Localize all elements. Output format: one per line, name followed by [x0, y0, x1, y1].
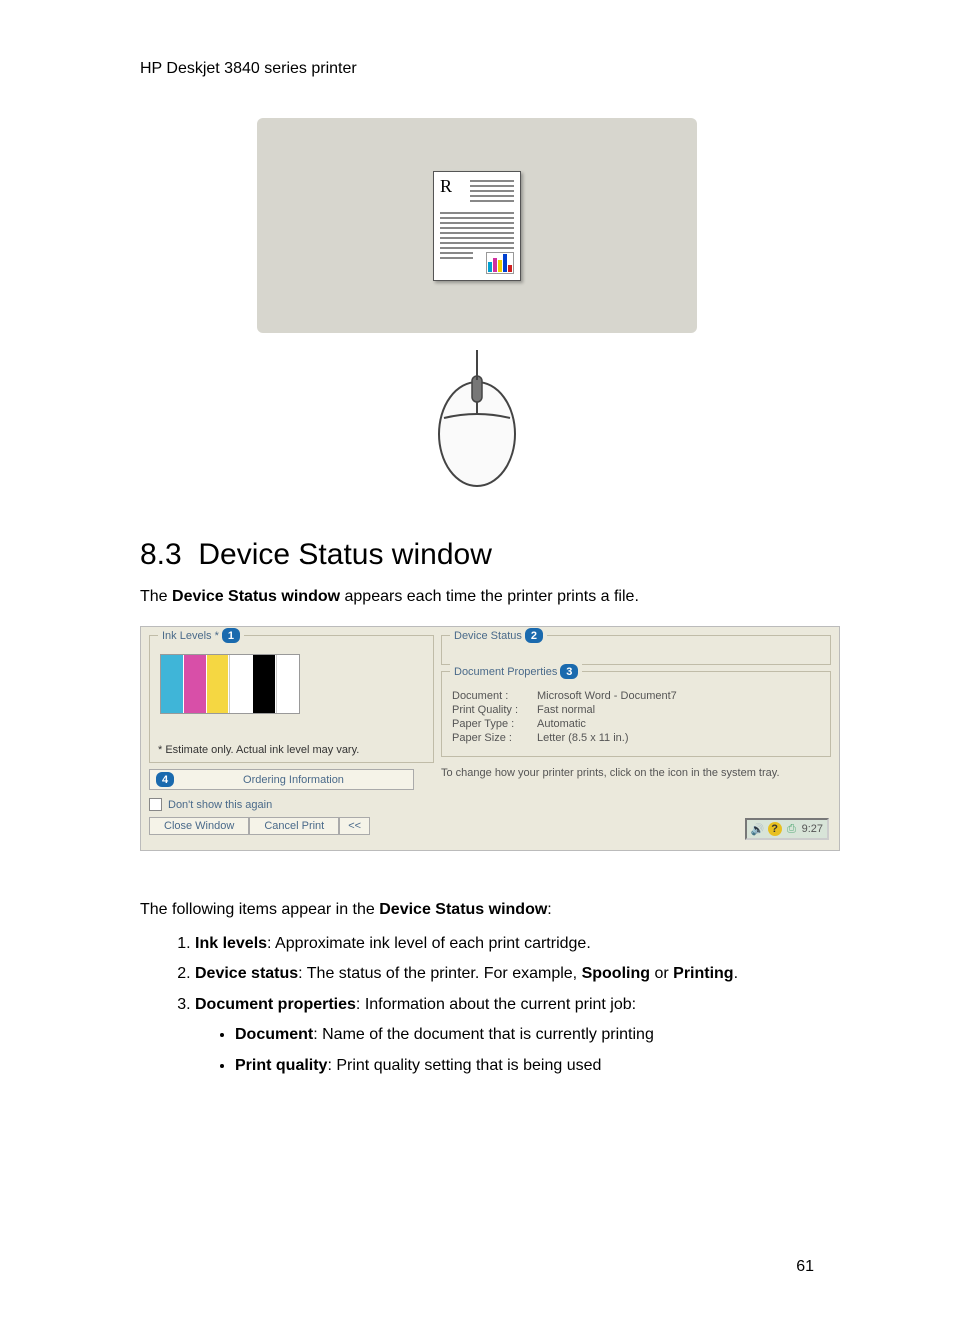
intro-suffix: appears each time the printer prints a f… — [340, 588, 639, 605]
dont-show-label: Don't show this again — [168, 799, 272, 811]
sub1-bold: Document — [235, 1026, 313, 1043]
help-icon[interactable]: ? — [768, 822, 782, 836]
callout-2: 2 — [525, 628, 543, 643]
close-window-button[interactable]: Close Window — [149, 817, 249, 835]
item1-rest: : Approximate ink level of each print ca… — [267, 935, 591, 952]
prop-paper-size-label: Paper Size : — [452, 732, 537, 744]
page-thumbnail: R — [433, 171, 521, 281]
dont-show-checkbox-row[interactable]: Don't show this again — [149, 798, 434, 811]
item1-bold: Ink levels — [195, 935, 267, 952]
callout-1: 1 — [222, 628, 240, 643]
ink-level-bars — [160, 654, 300, 714]
list-item-3: Document properties: Information about t… — [195, 994, 814, 1077]
print-preview-area: R — [257, 118, 697, 333]
prop-document-label: Document : — [452, 690, 537, 702]
page-number: 61 — [796, 1258, 814, 1276]
prop-paper-type-value: Automatic — [537, 718, 586, 730]
intro-paragraph: The Device Status window appears each ti… — [140, 588, 814, 606]
item2-rest-e: . — [734, 965, 738, 982]
change-settings-hint: To change how your printer prints, click… — [441, 767, 831, 779]
item2-bold-b: Spooling — [582, 965, 650, 982]
document-header: HP Deskjet 3840 series printer — [140, 60, 814, 78]
callout-3: 3 — [560, 664, 578, 679]
item3-bold: Document properties — [195, 996, 356, 1013]
cancel-print-button[interactable]: Cancel Print — [249, 817, 339, 835]
document-properties-group: Document Properties 3 Document : Microso… — [441, 671, 831, 757]
sub2-rest: : Print quality setting that is being us… — [327, 1057, 601, 1074]
list-item-2: Device status: The status of the printer… — [195, 963, 814, 985]
following-bold: Device Status window — [379, 901, 547, 918]
intro-prefix: The — [140, 588, 172, 605]
item2-rest-a: : The status of the printer. For example… — [298, 965, 581, 982]
collapse-button[interactable]: << — [339, 817, 370, 835]
sub-list: Document: Name of the document that is c… — [195, 1024, 814, 1077]
intro-bold: Device Status window — [172, 588, 340, 605]
mouse-icon — [432, 348, 522, 488]
tray-clock: 9:27 — [802, 823, 823, 835]
page-thumbnail-letter: R — [440, 176, 452, 197]
callout-4: 4 — [156, 772, 174, 787]
item2-bold: Device status — [195, 965, 298, 982]
ink-levels-label: Ink Levels * — [162, 630, 219, 642]
prop-paper-size-value: Letter (8.5 x 11 in.) — [537, 732, 629, 744]
following-prefix: The following items appear in the — [140, 901, 379, 918]
item2-bold-d: Printing — [673, 965, 733, 982]
printer-tray-icon[interactable]: ⎙ — [785, 822, 799, 836]
prop-paper-type-label: Paper Type : — [452, 718, 537, 730]
document-properties-label: Document Properties — [454, 666, 557, 678]
item3-rest: : Information about the current print jo… — [356, 996, 636, 1013]
section-title-text: Device Status window — [198, 538, 491, 571]
sub1-rest: : Name of the document that is currently… — [313, 1026, 654, 1043]
following-items-text: The following items appear in the Device… — [140, 901, 814, 919]
numbered-list: Ink levels: Approximate ink level of eac… — [140, 933, 814, 1077]
following-suffix: : — [547, 901, 551, 918]
checkbox-icon[interactable] — [149, 798, 162, 811]
mouse-illustration — [257, 348, 697, 488]
thumbnail-text-lines — [470, 180, 514, 205]
estimate-note: * Estimate only. Actual ink level may va… — [158, 744, 359, 756]
ordering-info-label: Ordering Information — [180, 774, 407, 786]
list-item-1: Ink levels: Approximate ink level of eac… — [195, 933, 814, 955]
device-status-label: Device Status — [454, 630, 522, 642]
system-tray: 🔊 ? ⎙ 9:27 — [745, 818, 829, 840]
sub2-bold: Print quality — [235, 1057, 327, 1074]
ordering-info-button[interactable]: 4 Ordering Information — [149, 769, 414, 790]
volume-icon[interactable]: 🔊 — [751, 822, 765, 836]
section-number: 8.3 — [140, 538, 182, 571]
prop-document-value: Microsoft Word - Document7 — [537, 690, 677, 702]
prop-print-quality-value: Fast normal — [537, 704, 595, 716]
device-status-dialog: Ink Levels * 1 * Estimate only. Actual i… — [140, 626, 840, 851]
ink-levels-group: Ink Levels * 1 * Estimate only. Actual i… — [149, 635, 434, 763]
prop-print-quality-label: Print Quality : — [452, 704, 537, 716]
section-heading: 8.3 Device Status window — [140, 538, 814, 572]
device-status-group: Device Status 2 — [441, 635, 831, 665]
item2-rest-c: or — [650, 965, 673, 982]
sub-item-2: Print quality: Print quality setting tha… — [235, 1055, 814, 1077]
thumbnail-color-bars — [486, 252, 514, 274]
sub-item-1: Document: Name of the document that is c… — [235, 1024, 814, 1046]
